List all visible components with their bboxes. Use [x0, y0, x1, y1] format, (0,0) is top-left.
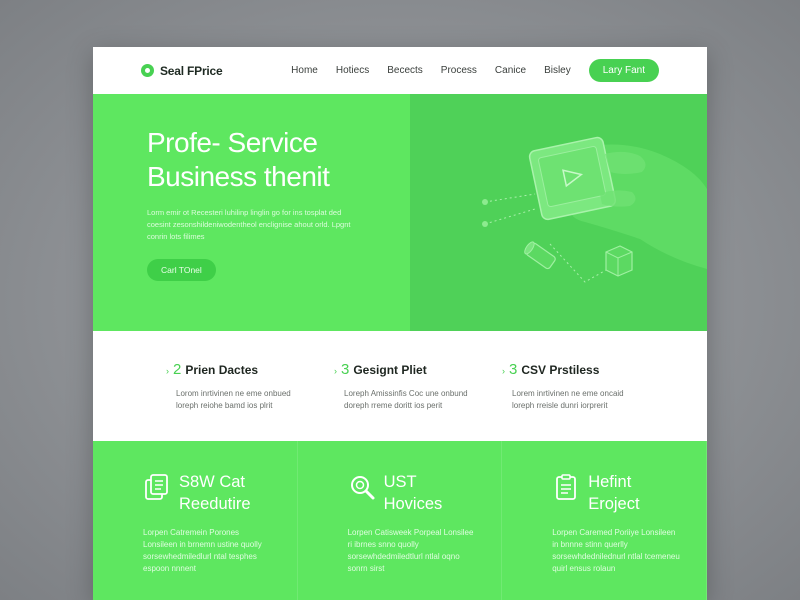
document-stack-icon: [145, 474, 168, 500]
navbar: Seal FPrice Home Hotiecs Becects Process…: [93, 47, 707, 94]
nav-cta-button[interactable]: Lary Fant: [588, 59, 659, 82]
logo[interactable]: Seal FPrice: [141, 64, 223, 78]
features-section: › 2 Prien Dactes Lorom inrtivinen ne eme…: [93, 331, 707, 441]
feature-number: 3: [341, 361, 350, 378]
service-title-line1: S8W Cat: [179, 473, 246, 491]
service-card[interactable]: S8W Cat Reedutire Lorpen Catremein Poron…: [93, 441, 298, 600]
clipboard-icon: [556, 474, 577, 500]
service-card[interactable]: Hefint Eroject Lorpen Caremed Poriiye Lo…: [502, 441, 707, 600]
nav-links: Home Hotiecs Becects Process Canice Bisl…: [291, 65, 571, 76]
service-title: Hefint Eroject: [588, 471, 639, 515]
nav-link-6[interactable]: Bisley: [544, 65, 571, 76]
service-card[interactable]: UST Hovices Lorpen Catisweek Porpeal Lon…: [298, 441, 503, 600]
logo-text: Seal FPrice: [160, 63, 223, 78]
feature-number: 3: [509, 361, 518, 378]
nav-link-5[interactable]: Canice: [495, 65, 526, 76]
nav-link-3[interactable]: Becects: [387, 65, 423, 76]
nav-link-process[interactable]: Process: [441, 65, 477, 76]
logo-icon: [141, 64, 154, 77]
service-description: Lorpen Caremed Poriiye Lonsileen in bnnn…: [552, 528, 680, 573]
services-section: S8W Cat Reedutire Lorpen Catremein Poron…: [93, 441, 707, 600]
feature-title: CSV Prstiless: [521, 363, 600, 377]
service-title-line2: Eroject: [588, 495, 640, 513]
feature-item: › 3 Gesignt Pliet Loreph Amissinfis Coc …: [334, 361, 502, 441]
feature-title: Prien Dactes: [185, 363, 259, 377]
hero-title-line1: Profe- Service: [147, 127, 318, 158]
hero-cta-button[interactable]: Carl TOnel: [147, 259, 216, 281]
service-title: UST Hovices: [384, 471, 443, 515]
service-description: Lorpen Catisweek Porpeal Lonsilee ri ibr…: [347, 528, 474, 573]
hero-title: Profe- Service Business thenit: [147, 126, 410, 194]
feature-title: Gesignt Pliet: [353, 363, 427, 377]
chevron-right-icon: ›: [502, 366, 505, 376]
feature-item: › 2 Prien Dactes Lorom inrtivinen ne eme…: [166, 361, 334, 441]
feature-description: Loreph Amissinfis Coc une onbund doreph …: [344, 389, 468, 410]
service-title-line1: Hefint: [588, 473, 632, 491]
service-description: Lorpen Catremein Porones Lonsileen in br…: [143, 528, 262, 573]
nav-link-home[interactable]: Home: [291, 65, 318, 76]
feature-description: Lorom inrtivinen ne eme onbued loreph re…: [176, 389, 291, 410]
service-title: S8W Cat Reedutire: [179, 471, 251, 515]
chevron-right-icon: ›: [166, 366, 169, 376]
nav-link-2[interactable]: Hotiecs: [336, 65, 369, 76]
service-title-line2: Reedutire: [179, 495, 251, 513]
hero-section: Profe- Service Business thenit Lorm emir…: [93, 94, 707, 331]
hero-description: Lorm emir ot Recesteri luhilinp linglin …: [147, 208, 351, 241]
hero-title-line2: Business thenit: [147, 161, 330, 192]
magnifier-icon: [350, 476, 375, 500]
feature-description: Lorem inrtivinen ne eme oncaid loreph rr…: [512, 389, 624, 410]
hero-text-panel: Profe- Service Business thenit Lorm emir…: [93, 94, 410, 331]
feature-number: 2: [173, 361, 182, 378]
landing-page: Seal FPrice Home Hotiecs Becects Process…: [93, 47, 707, 600]
service-title-line2: Hovices: [383, 495, 443, 513]
feature-item: › 3 CSV Prstiless Lorem inrtivinen ne em…: [502, 361, 670, 441]
service-title-line1: UST: [383, 473, 417, 491]
hand-holding-device-illustration: [410, 94, 707, 331]
chevron-right-icon: ›: [334, 366, 337, 376]
